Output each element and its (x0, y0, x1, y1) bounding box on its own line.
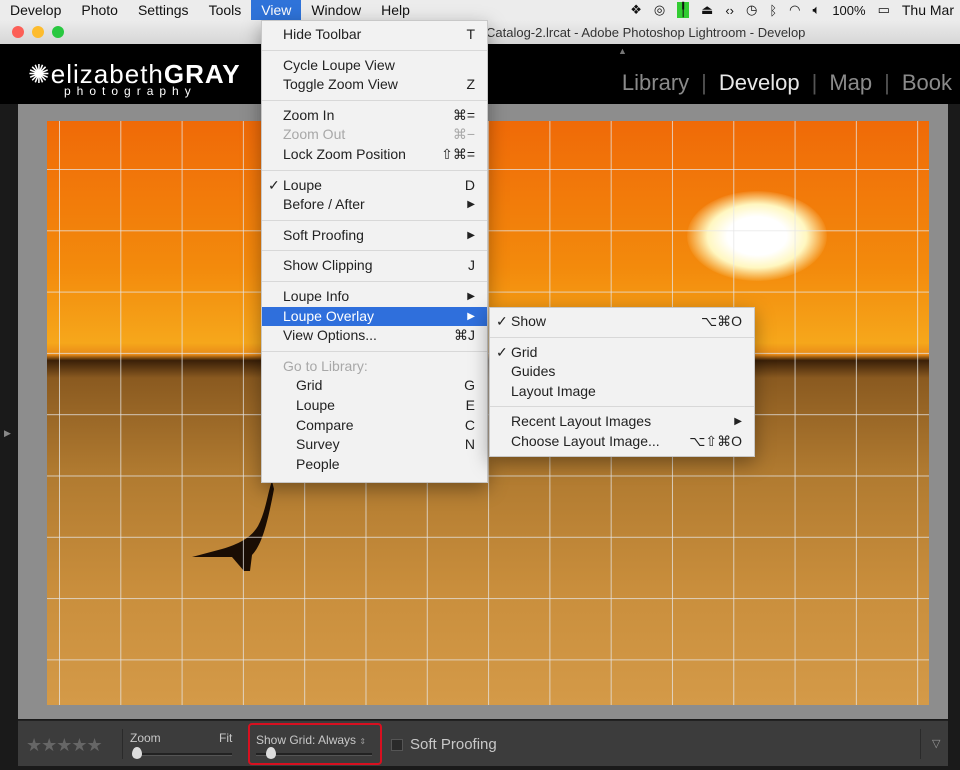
photo-sunset[interactable] (47, 121, 929, 705)
menu-item-show[interactable]: ✓ Show ⌥⌘O (490, 312, 754, 332)
bluetooth-icon[interactable]: ᛒ (769, 3, 777, 18)
menu-item-toggle-zoom-view[interactable]: Toggle Zoom View Z (262, 75, 487, 95)
soft-proofing-label[interactable]: Soft Proofing (410, 736, 497, 753)
menu-bar: Develop Photo Settings Tools View Window… (0, 0, 960, 20)
menu-help[interactable]: Help (371, 0, 420, 20)
loupe-overlay-submenu: ✓ Show ⌥⌘O ✓ Grid Guides Layout Image Recen… (489, 307, 755, 457)
maximize-button[interactable] (52, 26, 64, 38)
menu-develop[interactable]: Develop (0, 0, 71, 20)
menu-item-lock-zoom[interactable]: Lock Zoom Position ⇧⌘= (262, 145, 487, 165)
menu-item-cycle-loupe-view[interactable]: Cycle Loupe View (262, 56, 487, 76)
module-library[interactable]: Library (622, 70, 689, 96)
menu-view[interactable]: View (251, 0, 302, 20)
menu-item-zoom-in[interactable]: Zoom In ⌘= (262, 106, 487, 126)
zoom-slider-thumb[interactable] (132, 747, 142, 759)
menu-item-guides[interactable]: Guides (490, 362, 754, 382)
menu-item-loupe[interactable]: ✓ Loupe D (262, 176, 487, 196)
module-book[interactable]: Book (902, 70, 952, 96)
checkmark-icon: ✓ (496, 313, 508, 329)
airplay-icon[interactable]: ⏏ (701, 2, 713, 18)
menu-item-people[interactable]: People (262, 455, 487, 475)
dropbox-icon[interactable]: ❖ (630, 2, 642, 18)
creative-cloud-icon[interactable]: ◎ (654, 2, 665, 18)
battery-percent[interactable]: 100% (832, 3, 865, 18)
clock[interactable]: Thu Mar (902, 2, 954, 18)
volume-icon[interactable]: 🔈︎ (813, 2, 821, 18)
stepper-icon: ⇕ (359, 737, 367, 746)
battery-icon: ▭ (877, 2, 890, 17)
soft-proofing-checkbox[interactable] (391, 739, 403, 751)
submenu-arrow-icon: ▶ (467, 290, 475, 302)
zoom-slider[interactable] (132, 747, 232, 759)
menu-item-loupe-overlay[interactable]: Loupe Overlay ▶ (262, 306, 487, 327)
menu-item-zoom-out: Zoom Out ⌘− (283, 126, 475, 143)
module-map[interactable]: Map (829, 70, 872, 96)
submenu-arrow-icon: ▶ (467, 199, 475, 211)
view-menu: Hide Toolbar T Cycle Loupe View Toggle Zo… (261, 20, 488, 483)
code-icon[interactable]: ‹› (725, 3, 734, 18)
submenu-arrow-icon: ▶ (467, 229, 475, 241)
menu-settings[interactable]: Settings (128, 0, 199, 20)
status-area: ❖ ◎ ╿ ⏏ ‹› ◷ ᛒ ◠ 🔈︎ 100% ▭ Thu Mar (630, 0, 960, 20)
submenu-arrow-icon: ▶ (467, 310, 475, 322)
menu-item-before-after[interactable]: Before / After ▶ (262, 195, 487, 215)
star-rating[interactable]: ★★★★★ (26, 735, 103, 756)
menu-item-recent-layout-images[interactable]: Recent Layout Images ▶ (490, 412, 754, 432)
menu-item-hide-toolbar[interactable]: Hide Toolbar T (262, 25, 487, 45)
menu-tools[interactable]: Tools (199, 0, 252, 20)
menu-item-view-options[interactable]: View Options... ⌘J (262, 326, 487, 346)
menu-item-compare[interactable]: Compare C (262, 416, 487, 436)
collapse-top-panel-icon[interactable]: ▲ (618, 46, 627, 56)
checkmark-icon: ✓ (268, 176, 280, 193)
module-develop[interactable]: Develop (719, 70, 800, 96)
menu-photo[interactable]: Photo (71, 0, 128, 20)
menu-item-overlay-grid[interactable]: ✓ Grid (490, 343, 754, 363)
close-button[interactable] (12, 26, 24, 38)
activity-icon[interactable]: ╿ (677, 2, 690, 18)
menu-item-loupe-info[interactable]: Loupe Info ▶ (262, 287, 487, 307)
menu-item-library-loupe[interactable]: Loupe E (262, 396, 487, 416)
zoom-value: Fit (219, 731, 233, 745)
menu-item-choose-layout-image[interactable]: Choose Layout Image... ⌥⇧⌘O (490, 432, 754, 452)
menu-item-soft-proofing[interactable]: Soft Proofing ▶ (262, 226, 487, 246)
wifi-icon[interactable]: ◠ (789, 2, 800, 18)
zoom-label: Zoom (130, 731, 161, 745)
aperture-icon: ✺ (28, 59, 51, 89)
menu-item-grid[interactable]: Grid G (262, 376, 487, 396)
show-grid-select[interactable]: Always (318, 733, 356, 747)
toolbar-options-icon[interactable]: ▽ (932, 737, 940, 750)
menu-item-layout-image[interactable]: Layout Image (490, 382, 754, 402)
grid-size-thumb[interactable] (266, 747, 276, 759)
menu-heading-go-to-library: Go to Library: (283, 357, 368, 374)
submenu-arrow-icon: ▶ (734, 416, 742, 428)
menu-item-show-clipping[interactable]: Show Clipping J (262, 256, 487, 276)
module-picker: Library | Develop | Map | Book (621, 70, 952, 96)
grid-overlay (47, 121, 929, 705)
toolbar: ★★★★★ Zoom Fit Show Grid: Always ⇕ Soft … (18, 720, 948, 766)
menu-item-survey[interactable]: Survey N (262, 435, 487, 455)
show-grid-highlight: Show Grid: Always ⇕ (248, 723, 382, 765)
show-grid-control[interactable]: Show Grid: Always ⇕ (256, 733, 366, 747)
menu-window[interactable]: Window (301, 0, 371, 20)
expand-left-panel-icon[interactable]: ▶ (4, 428, 11, 439)
grid-size-slider[interactable] (256, 747, 372, 759)
time-machine-icon[interactable]: ◷ (746, 2, 757, 18)
checkmark-icon: ✓ (496, 343, 508, 360)
minimize-button[interactable] (32, 26, 44, 38)
logo: ✺elizabethGRAY photography (28, 59, 241, 98)
window-title: Catalog-2.lrcat - Adobe Photoshop Lightr… (486, 25, 806, 40)
